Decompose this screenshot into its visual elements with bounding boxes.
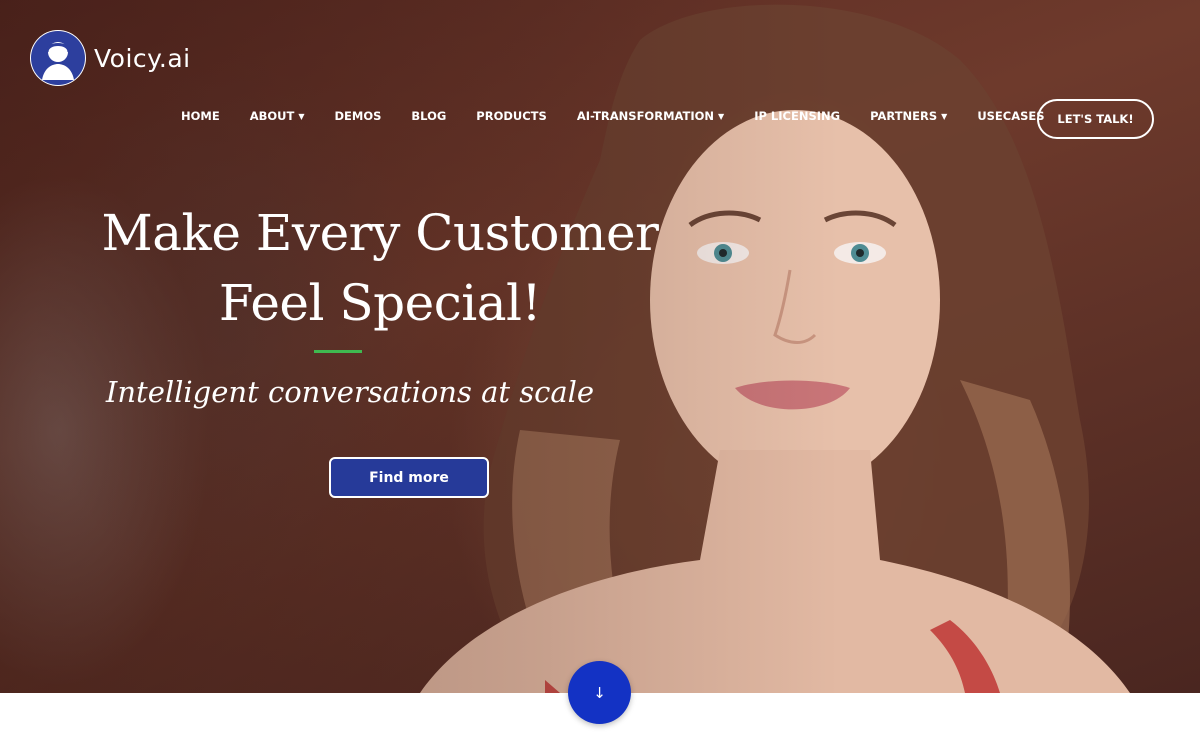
brand-logo[interactable]: Voicy.ai [30,30,191,86]
nav-item-label: IP LICENSING [754,109,841,123]
headline-line-2: Feel Special! [218,274,542,332]
nav-item-demos[interactable]: DEMOS [334,109,381,123]
nav-item-ai-transformation[interactable]: AI-TRANSFORMATION ▼ [577,109,724,123]
headline-line-1: Make Every Customer [101,204,659,262]
scroll-down-button[interactable]: ↓ [568,661,631,724]
chevron-down-icon: ▼ [298,111,305,121]
brand-name: Voicy.ai [94,43,191,73]
nav-item-label: AI-TRANSFORMATION [576,109,715,123]
chevron-down-icon: ▼ [718,111,725,121]
nav-item-label: PARTNERS [870,109,938,123]
headset-agent-icon [30,30,86,86]
nav-item-home[interactable]: HOME [181,109,220,123]
nav-item-products[interactable]: PRODUCTS [476,109,547,123]
hero-headline: Make Every Customer Feel Special! [60,198,700,338]
nav-item-label: BLOG [411,109,447,123]
arrow-down-icon: ↓ [593,683,606,702]
nav-item-partners[interactable]: PARTNERS ▼ [870,109,947,123]
nav-item-label: DEMOS [334,109,382,123]
accent-divider [314,350,362,353]
nav-item-label: ABOUT [249,109,295,123]
find-more-button[interactable]: Find more [329,457,489,498]
hero-overlay [0,0,1200,693]
main-nav: HOME ABOUT ▼ DEMOS BLOG PRODUCTS AI-TRANS… [181,109,1075,123]
lets-talk-button[interactable]: LET'S TALK! [1037,99,1154,139]
nav-item-about[interactable]: ABOUT ▼ [250,109,305,123]
nav-item-ip-licensing[interactable]: IP LICENSING [754,109,840,123]
hero-tagline: Intelligent conversations at scale [105,375,595,409]
nav-item-blog[interactable]: BLOG [411,109,446,123]
chevron-down-icon: ▼ [941,111,948,121]
hero-section [0,0,1200,693]
nav-item-label: PRODUCTS [476,109,547,123]
nav-item-label: HOME [181,109,220,123]
nav-item-label: USECASES [977,109,1045,123]
nav-item-usecases[interactable]: USECASES [977,109,1044,123]
